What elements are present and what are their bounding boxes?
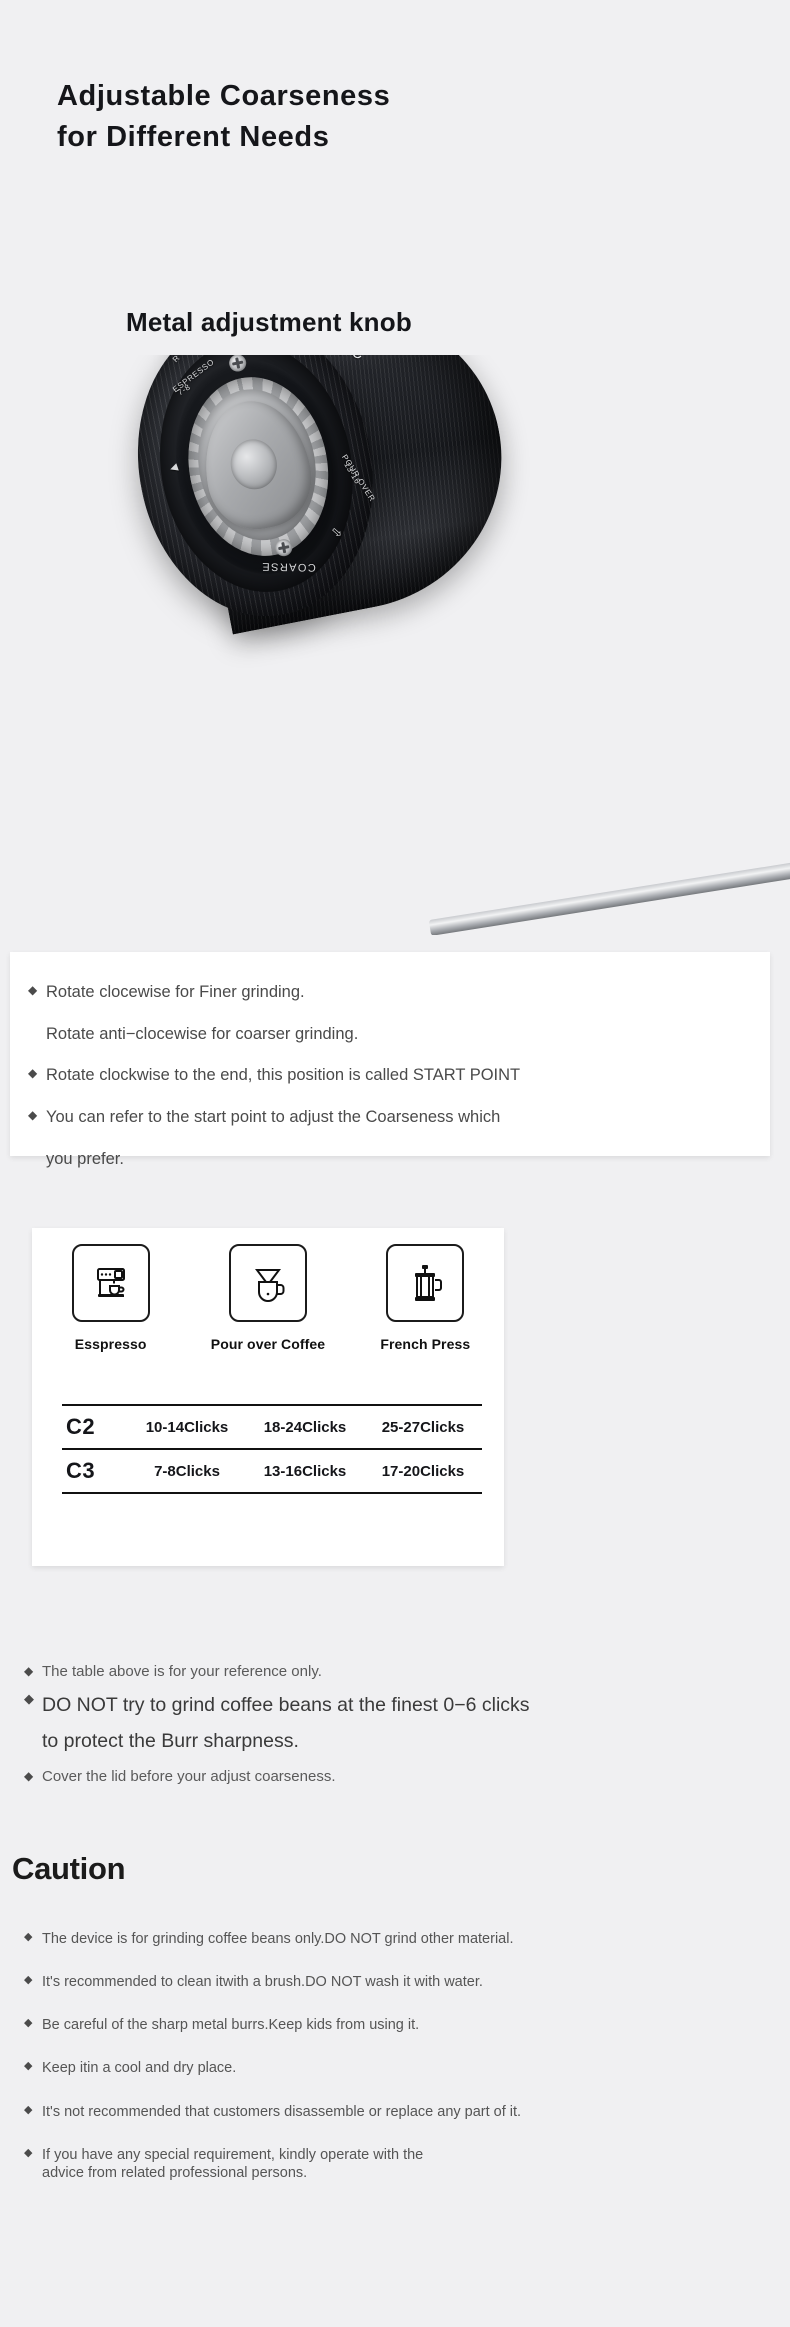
table-cell: 17-20Clicks (381, 1462, 465, 1480)
list-item: ◆ Rotate clocewise for Finer grinding. (28, 982, 748, 1003)
list-item-label: to protect the Burr sharpness. (42, 1729, 299, 1752)
diamond-bullet-icon: ◆ (28, 983, 38, 997)
list-item-label: Keep itin a cool and dry place. (42, 2060, 237, 2077)
brew-method-pour-over: Pour over Coffee (198, 1244, 338, 1352)
grind-settings-table: C2 10-14Clicks 18-24Clicks 25-27Clicks C… (62, 1404, 482, 1494)
diamond-bullet-icon: ◆ (24, 1769, 34, 1784)
list-item-label: The table above is for your reference on… (42, 1663, 322, 1680)
brew-method-icons: Esspresso Pour over Coffee French Press (32, 1244, 504, 1352)
product-detail-page: Adjustable Coarseness for Different Need… (0, 0, 790, 2327)
table-notes-list: ◆ The table above is for your reference … (24, 1663, 764, 1795)
list-item-label: DO NOT try to grind coffee beans at the … (42, 1693, 530, 1716)
caution-heading: Caution (12, 1851, 126, 1886)
pour-over-dripper-icon (228, 1244, 307, 1322)
list-item-label: Rotate clocewise for Finer grinding. (46, 983, 305, 1001)
brew-method-label: Pour over Coffee (210, 1336, 326, 1352)
list-item: to protect the Burr sharpness. (24, 1726, 764, 1756)
list-item: ◆ The device is for grinding coffee bean… (24, 1930, 774, 1948)
list-item-label: you prefer. (46, 1149, 124, 1168)
page-title-line-2: for Different Needs (57, 121, 330, 154)
list-item: ◆ If you have any special requirement, k… (24, 2146, 774, 2182)
list-item-line-1: If you have any special requirement, kin… (42, 2146, 424, 2163)
caution-list: ◆ The device is for grinding coffee bean… (24, 1930, 774, 2182)
diamond-bullet-icon: ◆ (24, 1690, 34, 1706)
list-item-label: It's not recommended that customers disa… (42, 2103, 522, 2120)
brew-method-label: French Press (380, 1336, 471, 1352)
list-item: ◆ DO NOT try to grind coffee beans at th… (24, 1690, 764, 1720)
list-item-label: Rotate anti−clocewise for coarser grindi… (46, 1024, 359, 1043)
product-photo: ESPRESSO 7-8 CHESTNUT C POUR OVER 13-16 … (0, 355, 790, 935)
list-item: ◆ You can refer to the start point to ad… (28, 1107, 748, 1128)
table-cell: 7-8Clicks (154, 1462, 220, 1480)
list-item-label: If you have any special requirement, kin… (42, 2146, 774, 2182)
table-row-header: C2 (66, 1414, 96, 1439)
list-item: ◆ Cover the lid before your adjust coars… (24, 1768, 764, 1787)
diamond-bullet-icon: ◆ (24, 1974, 33, 1987)
list-item: you prefer. (28, 1149, 748, 1170)
table-row-header: C3 (66, 1458, 96, 1483)
list-item-label: Rotate clockwise to the end, this positi… (46, 1066, 521, 1085)
french-press-icon (386, 1244, 465, 1322)
list-item: ◆ Keep itin a cool and dry place. (24, 2059, 774, 2077)
brew-method-espresso: Esspresso (41, 1244, 181, 1352)
espresso-machine-icon (71, 1244, 150, 1322)
list-item-label: Cover the lid before your adjust coarsen… (42, 1768, 336, 1786)
table-cell: 18-24Clicks (263, 1418, 347, 1436)
list-item-label: Be careful of the sharp metal burrs.Keep… (42, 2017, 420, 2034)
list-item: ◆ It's not recommended that customers di… (24, 2103, 774, 2121)
list-item: ◆ It's recommended to clean itwith a bru… (24, 1973, 774, 1991)
section-subtitle: Metal adjustment knob (126, 307, 412, 337)
page-title: Adjustable Coarseness for Different Need… (57, 76, 657, 158)
diamond-bullet-icon: ◆ (24, 2146, 33, 2159)
list-item: ◆ Be careful of the sharp metal burrs.Ke… (24, 2016, 774, 2034)
diamond-bullet-icon: ◆ (24, 2060, 33, 2073)
brew-method-label: Esspresso (74, 1336, 147, 1352)
diamond-bullet-icon: ◆ (24, 2017, 33, 2030)
table-cell: 25-27Clicks (381, 1418, 465, 1436)
table-row: C3 7-8Clicks 13-16Clicks 17-20Clicks (62, 1449, 482, 1493)
engraving-coarse-label: COARSE (260, 560, 316, 574)
diamond-bullet-icon: ◆ (24, 1931, 33, 1943)
brew-method-french-press: French Press (355, 1244, 495, 1352)
list-item-label: It's recommended to clean itwith a brush… (42, 1974, 483, 1991)
list-item-label: You can refer to the start point to adju… (46, 1107, 501, 1126)
diamond-bullet-icon: ◆ (28, 1107, 38, 1122)
list-item: ◆ Rotate clockwise to the end, this posi… (28, 1065, 748, 1086)
diamond-bullet-icon: ◆ (28, 1066, 38, 1081)
list-item: Rotate anti−clocewise for coarser grindi… (28, 1024, 748, 1045)
table-cell: 13-16Clicks (263, 1462, 347, 1480)
list-item-line-2: advice from related professional persons… (42, 2164, 308, 2181)
diamond-bullet-icon: ◆ (24, 2103, 33, 2116)
diamond-bullet-icon: ◆ (24, 1664, 34, 1678)
rotate-instructions-list: ◆ Rotate clocewise for Finer grinding. R… (28, 982, 748, 1169)
table-row: C2 10-14Clicks 18-24Clicks 25-27Clicks (62, 1405, 482, 1449)
table-cell: 10-14Clicks (145, 1418, 229, 1436)
list-item-label: The device is for grinding coffee beans … (42, 1931, 514, 1947)
list-item: ◆ The table above is for your reference … (24, 1663, 764, 1682)
page-title-line-1: Adjustable Coarseness (57, 80, 391, 112)
